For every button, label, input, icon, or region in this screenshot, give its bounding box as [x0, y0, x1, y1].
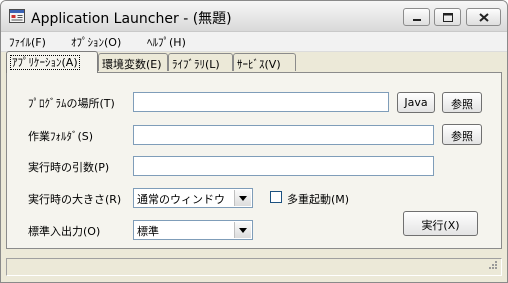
tab-service-label: ｻｰﾋﾞｽ(V)	[237, 58, 281, 71]
window-title: Application Launcher - (無題)	[31, 11, 232, 27]
minimize-button[interactable]	[403, 8, 430, 26]
java-button-label: Java	[404, 96, 428, 109]
tab-library[interactable]: ﾗｲﾌﾞﾗﾘ(L)	[168, 53, 233, 71]
app-window: Application Launcher - (無題) ﾌｧｲﾙ(F) ｵﾌﾟｼ…	[0, 0, 508, 283]
multi-launch-checkbox[interactable]	[270, 191, 282, 203]
standard-io-select[interactable]: 標準	[133, 220, 253, 240]
close-button[interactable]	[466, 8, 501, 26]
window-size-value: 通常のウィンドウ	[137, 193, 225, 206]
menu-help[interactable]: ﾍﾙﾌﾟ(H)	[147, 34, 186, 50]
arguments-label: 実行時の引数(P)	[28, 161, 110, 174]
application-panel: ﾌﾟﾛｸﾞﾗﾑの場所(T) Java 参照 作業ﾌｫﾙﾀﾞ(S) 参照 実行時の…	[6, 72, 502, 249]
resize-grip-icon[interactable]	[486, 260, 498, 272]
menu-file[interactable]: ﾌｧｲﾙ(F)	[9, 34, 46, 50]
browse-program-label: 参照	[451, 98, 473, 111]
tab-environment-label: 環境変数(E)	[102, 58, 162, 71]
chevron-down-icon[interactable]	[234, 190, 251, 206]
working-folder-input[interactable]	[133, 125, 434, 145]
arguments-input[interactable]	[133, 156, 434, 176]
tab-strip: ｱﾌﾟﾘｹｰｼｮﾝ(A) 環境変数(E) ﾗｲﾌﾞﾗﾘ(L) ｻｰﾋﾞｽ(V)	[1, 51, 507, 73]
java-button[interactable]: Java	[397, 92, 435, 113]
window-size-select[interactable]: 通常のウィンドウ	[133, 188, 253, 208]
maximize-icon	[443, 13, 453, 22]
tab-library-label: ﾗｲﾌﾞﾗﾘ(L)	[172, 58, 220, 71]
run-button-label: 実行(X)	[421, 219, 460, 232]
menu-bar: ﾌｧｲﾙ(F) ｵﾌﾟｼｮﾝ(O) ﾍﾙﾌﾟ(H)	[1, 32, 507, 52]
title-bar[interactable]: Application Launcher - (無題)	[1, 1, 507, 32]
close-icon	[479, 13, 489, 22]
browse-folder-label: 参照	[451, 130, 473, 143]
app-icon	[9, 9, 25, 23]
maximize-button[interactable]	[434, 8, 461, 26]
window-size-label: 実行時の大きさ(R)	[28, 193, 122, 206]
run-button[interactable]: 実行(X)	[403, 211, 478, 236]
program-location-input[interactable]	[133, 92, 389, 112]
tab-environment[interactable]: 環境変数(E)	[98, 53, 168, 71]
working-folder-label: 作業ﾌｫﾙﾀﾞ(S)	[28, 130, 94, 143]
tab-service[interactable]: ｻｰﾋﾞｽ(V)	[233, 53, 296, 71]
menu-options[interactable]: ｵﾌﾟｼｮﾝ(O)	[71, 34, 121, 50]
chevron-down-icon[interactable]	[234, 222, 251, 238]
tab-application-label: ｱﾌﾟﾘｹｰｼｮﾝ(A)	[10, 55, 80, 70]
tab-application[interactable]: ｱﾌﾟﾘｹｰｼｮﾝ(A)	[6, 51, 98, 73]
browse-program-button[interactable]: 参照	[442, 92, 482, 113]
browse-folder-button[interactable]: 参照	[442, 124, 482, 145]
standard-io-label: 標準入出力(O)	[28, 225, 101, 238]
status-bar	[6, 258, 502, 276]
minimize-icon	[413, 19, 421, 21]
program-location-label: ﾌﾟﾛｸﾞﾗﾑの場所(T)	[28, 97, 115, 110]
multi-launch-label: 多重起動(M)	[287, 193, 350, 206]
standard-io-value: 標準	[137, 225, 159, 238]
